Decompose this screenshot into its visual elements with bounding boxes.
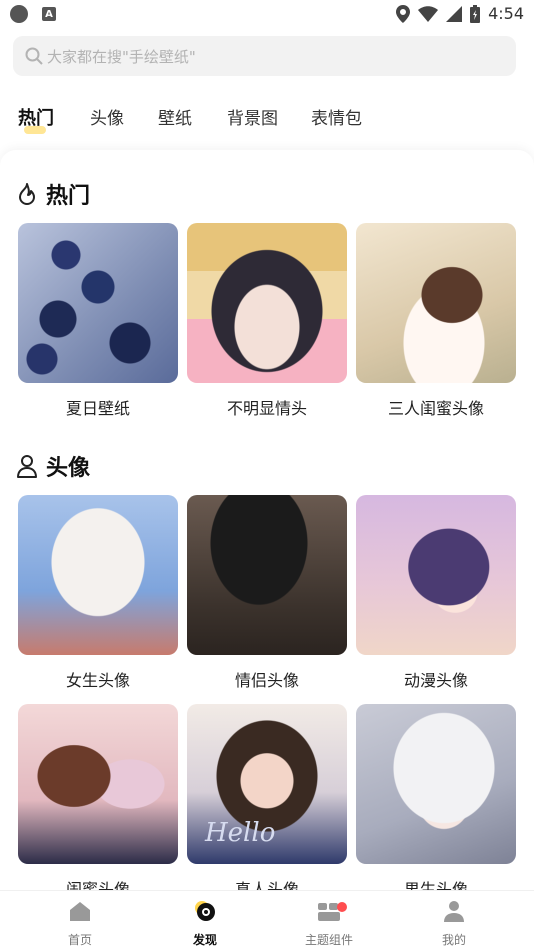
status-bar: A 4:54	[0, 0, 534, 28]
search-input[interactable]: 大家都在搜"手绘壁纸"	[13, 36, 516, 76]
notification-badge	[337, 902, 347, 912]
content-panel: 热门 夏日壁纸 不明显情头 三人闺蜜头像 头像 女生头像 情侣头像 动漫头像 闺…	[0, 150, 534, 890]
card-label: 闺蜜头像	[65, 880, 130, 890]
profile-icon	[444, 901, 464, 922]
tab-avatar[interactable]: 头像	[90, 104, 124, 129]
nav-profile[interactable]: 我的	[404, 899, 504, 948]
clock: 4:54	[488, 4, 524, 23]
nav-theme-widgets[interactable]: 主题组件	[279, 899, 379, 948]
thumbnail-image: Hello	[187, 704, 347, 864]
card-subtle-couple[interactable]: 不明显情头	[187, 223, 347, 419]
card-label: 夏日壁纸	[65, 399, 130, 418]
card-trio-bestie[interactable]: 三人闺蜜头像	[356, 223, 516, 419]
flame-icon	[19, 183, 35, 205]
thumbnail-image	[356, 223, 516, 383]
thumbnail-image	[18, 495, 178, 655]
tab-background[interactable]: 背景图	[227, 104, 278, 129]
card-label: 三人闺蜜头像	[387, 399, 484, 418]
app-circle-icon	[10, 5, 28, 23]
card-girl-avatar[interactable]: 女生头像	[18, 495, 178, 691]
tab-hot[interactable]: 热门	[18, 104, 54, 130]
thumbnail-image	[356, 495, 516, 655]
tab-stickers[interactable]: 表情包	[311, 104, 362, 129]
location-icon	[396, 4, 411, 23]
card-summer-wallpaper[interactable]: 夏日壁纸	[18, 223, 178, 419]
search-placeholder: 大家都在搜"手绘壁纸"	[47, 47, 196, 66]
card-label: 不明显情头	[226, 399, 307, 418]
card-couple-avatar[interactable]: 情侣头像	[187, 495, 347, 691]
card-label: 女生头像	[65, 671, 130, 690]
category-tabs: 热门 头像 壁纸 背景图 表情包	[0, 104, 534, 134]
signal-icon	[446, 5, 463, 22]
card-label: 动漫头像	[403, 671, 468, 690]
thumbnail-image	[187, 495, 347, 655]
card-label: 真人头像	[234, 880, 299, 890]
thumbnail-image	[356, 704, 516, 864]
thumbnail-image	[18, 704, 178, 864]
wifi-icon	[418, 5, 439, 22]
thumbnail-image	[18, 223, 178, 383]
discover-icon	[195, 901, 215, 921]
battery-icon	[470, 4, 481, 23]
nav-discover[interactable]: 发现	[155, 899, 255, 948]
section-title-hot: 热门	[16, 178, 90, 210]
card-boy-avatar[interactable]: 男生头像	[356, 704, 516, 890]
thumbnail-image	[187, 223, 347, 383]
card-bestie-avatar[interactable]: 闺蜜头像	[18, 704, 178, 890]
card-label: 情侣头像	[234, 671, 299, 690]
thumbnail-overlay-text: Hello	[205, 818, 276, 848]
a-icon: A	[42, 7, 56, 21]
card-real-person-avatar[interactable]: Hello 真人头像	[187, 704, 347, 890]
card-label: 男生头像	[403, 880, 468, 890]
nav-home[interactable]: 首页	[30, 899, 130, 948]
home-icon	[70, 902, 90, 921]
card-anime-avatar[interactable]: 动漫头像	[356, 495, 516, 691]
person-icon	[17, 455, 37, 478]
tab-wallpaper[interactable]: 壁纸	[158, 104, 192, 129]
section-title-avatar: 头像	[16, 450, 90, 482]
bottom-nav: 首页 发现 主题组件 我的	[0, 890, 534, 950]
search-icon	[25, 47, 43, 65]
